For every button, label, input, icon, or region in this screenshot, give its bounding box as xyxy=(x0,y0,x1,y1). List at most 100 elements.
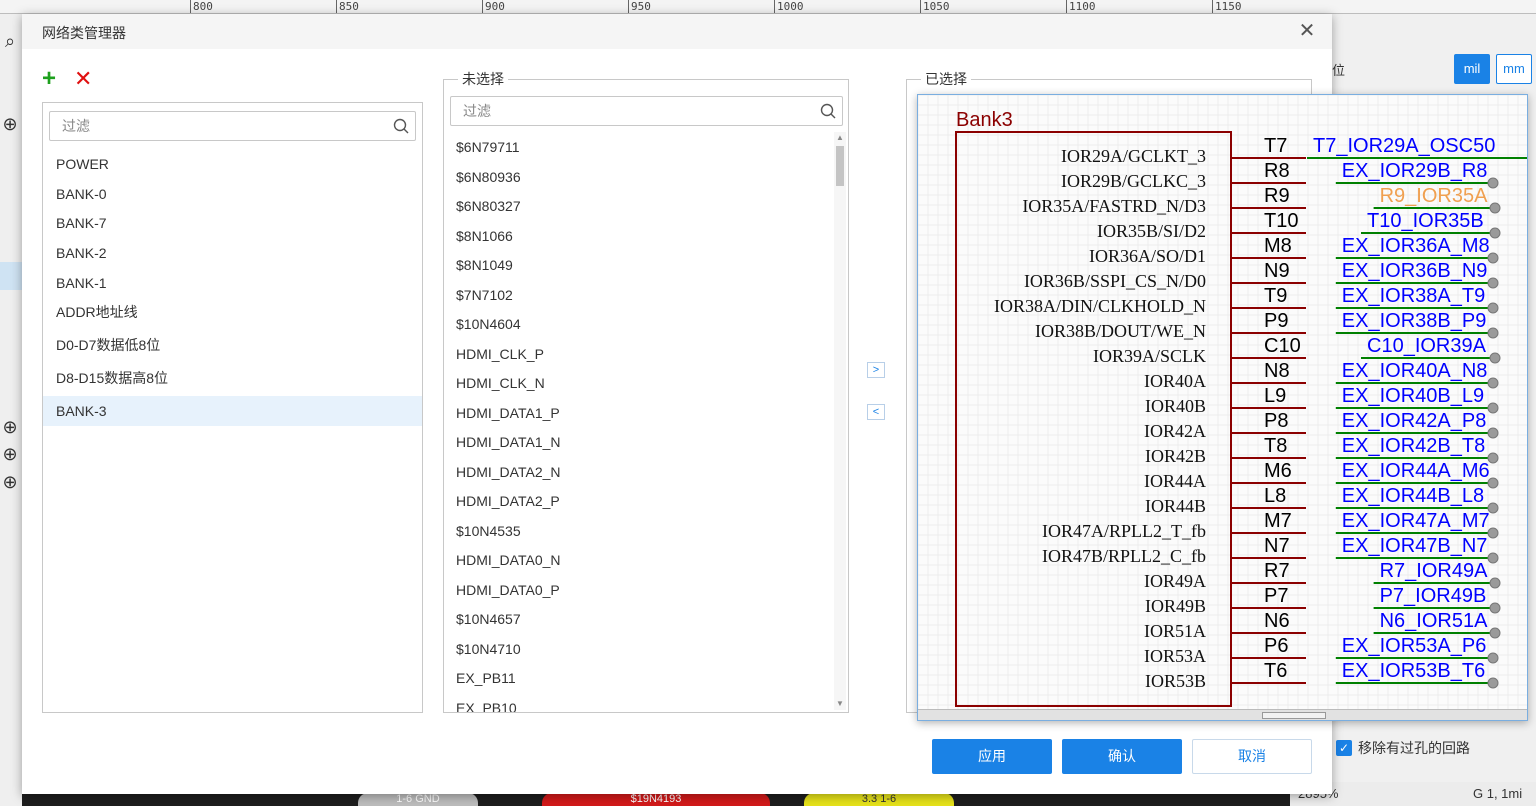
net-filter-field[interactable] xyxy=(450,96,843,126)
net-terminal xyxy=(1487,427,1499,439)
ruler-tick: 1000 xyxy=(774,0,804,13)
pin-name: IOR35A/FASTRD_N/D3 xyxy=(1022,196,1206,216)
class-filter-field[interactable] xyxy=(49,111,416,141)
net-terminal xyxy=(1487,677,1499,689)
expand-icon[interactable]: ⊕ xyxy=(0,114,20,134)
resize-handle[interactable] xyxy=(1262,712,1326,719)
net-list-item[interactable]: HDMI_DATA2_P xyxy=(444,486,834,516)
net-list-scrollbar[interactable]: ▲ ▼ xyxy=(834,132,846,710)
pin-name: IOR42A xyxy=(1144,421,1206,441)
net-list-item[interactable]: HDMI_CLK_P xyxy=(444,339,834,369)
pin-name: IOR47B/RPLL2_C_fb xyxy=(1042,546,1206,566)
scrollbar-thumb[interactable] xyxy=(836,146,844,186)
net-list-item[interactable]: EX_PB10 xyxy=(444,693,834,713)
net-label: C10_IOR39A xyxy=(1367,335,1487,357)
move-right-button[interactable]: > xyxy=(867,362,885,378)
pin-name: IOR44A xyxy=(1144,471,1206,491)
net-terminal xyxy=(1489,352,1501,364)
apply-button[interactable]: 应用 xyxy=(932,739,1052,774)
net-label: EX_IOR42A_P8 xyxy=(1342,410,1487,432)
net-list-item[interactable]: $8N1049 xyxy=(444,250,834,280)
net-list-item[interactable]: $8N1066 xyxy=(444,221,834,251)
net-label: EX_IOR36B_N9 xyxy=(1342,260,1488,282)
pin-pad: N6 xyxy=(1264,610,1290,632)
search-icon[interactable]: ⌕ xyxy=(0,31,20,51)
remove-via-loops-option[interactable]: ✓ 移除有过孔的回路 xyxy=(1336,738,1470,758)
left-toolbar-strip: ⌕ ⊕ ⊕ ⊕ ⊕ xyxy=(0,14,22,806)
net-terminal xyxy=(1487,327,1499,339)
net-list-item[interactable]: $7N7102 xyxy=(444,280,834,310)
scroll-down-icon[interactable]: ▼ xyxy=(834,698,846,710)
pin-pad: T7 xyxy=(1264,135,1287,157)
net-list-item[interactable]: EX_PB11 xyxy=(444,663,834,693)
ruler-tick: 850 xyxy=(336,0,359,13)
net-class-item[interactable]: D0-D7数据低8位 xyxy=(43,330,422,363)
move-left-button[interactable]: < xyxy=(867,404,885,420)
net-class-list: POWER BANK-0 BANK-7 BANK-2 BANK-1 ADDR地址线 D0-D… xyxy=(43,149,422,427)
unit-label: 位 xyxy=(1332,63,1346,78)
pin-name: IOR29B/GCLKC_3 xyxy=(1061,171,1206,191)
pin-pad: R8 xyxy=(1264,160,1290,182)
net-list-item[interactable]: HDMI_DATA1_P xyxy=(444,398,834,428)
ruler-tick: 1050 xyxy=(920,0,950,13)
pin-pad: T8 xyxy=(1264,435,1287,457)
net-list-item[interactable]: $6N80936 xyxy=(444,162,834,192)
net-list-item[interactable]: $10N4535 xyxy=(444,516,834,546)
net-list-item[interactable]: HDMI_CLK_N xyxy=(444,368,834,398)
scroll-up-icon[interactable]: ▲ xyxy=(834,132,846,144)
net-label: N6_IOR51A xyxy=(1380,610,1488,632)
expand-icon[interactable]: ⊕ xyxy=(0,472,20,492)
net-class-item[interactable]: ADDR地址线 xyxy=(43,297,422,330)
pcb-pad: 1-6 GND xyxy=(358,793,478,806)
pin-pad: T9 xyxy=(1264,285,1287,307)
pin-pad: C10 xyxy=(1264,335,1301,357)
net-list-item[interactable]: HDMI_DATA2_N xyxy=(444,457,834,487)
dialog-header: 网络类管理器 ✕ xyxy=(22,14,1332,49)
net-label: EX_IOR44A_M6 xyxy=(1342,460,1490,482)
net-label: T7_IOR29A_OSC50 xyxy=(1313,135,1495,157)
pin-pad: M8 xyxy=(1264,235,1292,257)
unit-mil-button[interactable]: mil xyxy=(1454,54,1490,84)
net-label: EX_IOR53B_T6 xyxy=(1342,660,1485,682)
net-list-item[interactable]: $6N80327 xyxy=(444,191,834,221)
delete-class-icon[interactable]: ✕ xyxy=(74,67,92,91)
net-list-item[interactable]: HDMI_DATA0_P xyxy=(444,575,834,605)
net-label: EX_IOR29B_R8 xyxy=(1342,160,1488,182)
unselected-legend: 未选择 xyxy=(458,71,508,88)
net-label: EX_IOR47B_N7 xyxy=(1342,535,1488,557)
net-class-item[interactable]: BANK-0 xyxy=(43,179,422,209)
net-filter-input[interactable] xyxy=(451,97,842,125)
net-list-item[interactable]: HDMI_DATA0_N xyxy=(444,545,834,575)
search-icon[interactable] xyxy=(393,118,409,134)
net-label: EX_IOR53A_P6 xyxy=(1342,635,1487,657)
ruler-tick: 900 xyxy=(482,0,505,13)
cancel-button[interactable]: 取消 xyxy=(1192,739,1312,774)
pin-name: IOR49A xyxy=(1144,571,1206,591)
pin-name: IOR53A xyxy=(1144,646,1206,666)
net-terminal xyxy=(1487,302,1499,314)
add-class-icon[interactable]: + xyxy=(42,67,56,91)
confirm-button[interactable]: 确认 xyxy=(1062,739,1182,774)
net-list-item[interactable]: $10N4710 xyxy=(444,634,834,664)
close-icon[interactable]: ✕ xyxy=(1296,20,1318,42)
class-filter-input[interactable] xyxy=(50,112,415,140)
net-class-item[interactable]: BANK-1 xyxy=(43,268,422,298)
expand-icon[interactable]: ⊕ xyxy=(0,417,20,437)
net-list-item[interactable]: $10N4657 xyxy=(444,604,834,634)
net-list-item[interactable]: HDMI_DATA1_N xyxy=(444,427,834,457)
expand-icon[interactable]: ⊕ xyxy=(0,444,20,464)
net-list-item[interactable]: $10N4604 xyxy=(444,309,834,339)
net-class-item[interactable]: POWER xyxy=(43,149,422,179)
net-terminal xyxy=(1487,527,1499,539)
net-list-item[interactable]: $6N79711 xyxy=(444,132,834,162)
net-class-item[interactable]: BANK-3 xyxy=(43,396,422,427)
search-icon[interactable] xyxy=(820,103,836,119)
net-class-item[interactable]: D8-D15数据高8位 xyxy=(43,363,422,396)
pin-pad: P8 xyxy=(1264,410,1288,432)
net-class-item[interactable]: BANK-2 xyxy=(43,238,422,268)
pin-pad: T6 xyxy=(1264,660,1287,682)
unit-mm-button[interactable]: mm xyxy=(1496,54,1532,84)
net-class-item[interactable]: BANK-7 xyxy=(43,208,422,238)
pin-pad: L9 xyxy=(1264,385,1286,407)
checkbox-checked-icon[interactable]: ✓ xyxy=(1336,740,1352,756)
